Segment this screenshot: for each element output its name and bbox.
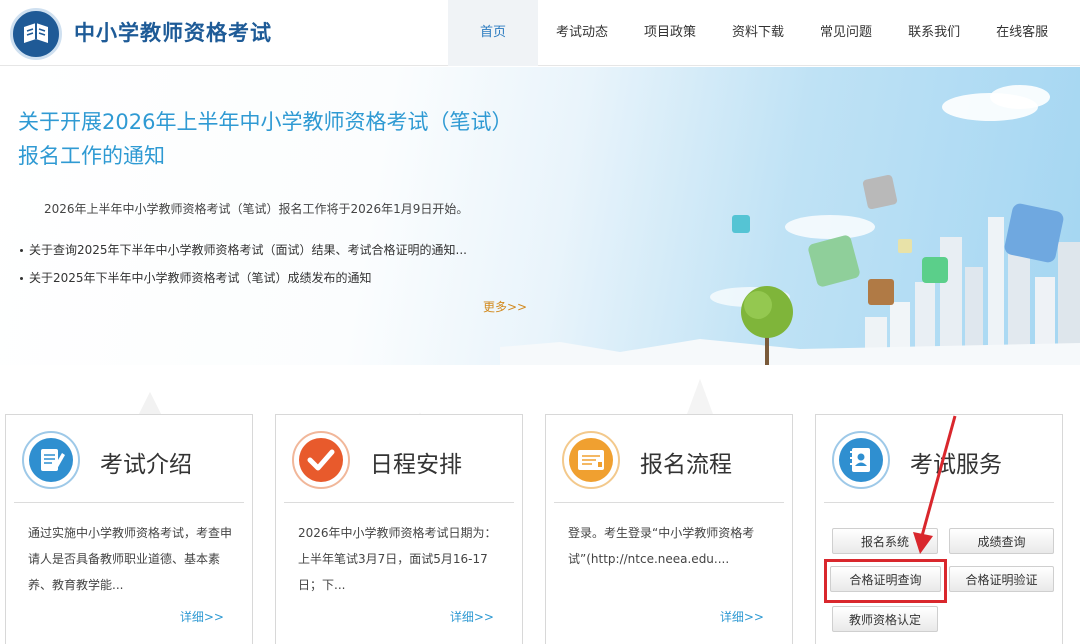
site-logo[interactable] <box>10 8 62 60</box>
page: 中小学教师资格考试 首页 考试动态 项目政策 资料下载 常见问题 联系我们 在线… <box>0 0 1080 644</box>
site-title[interactable]: 中小学教师资格考试 <box>74 17 272 47</box>
checkmark-icon <box>292 431 350 489</box>
card-schedule: 日程安排 2026年中小学教师资格考试日期为：上半年笔试3月7日，面试5月16-… <box>275 414 523 644</box>
card-detail-link[interactable]: 详细>> <box>450 608 494 625</box>
highlight-box <box>824 559 947 603</box>
card-header: 考试服务 <box>824 423 1054 503</box>
news-item[interactable]: 关于查询2025年下半年中小学教师资格考试（面试）结果、考试合格证明的通知... <box>20 241 467 269</box>
headline-summary: 2026年上半年中小学教师资格考试（笔试）报名工作将于2026年1月9日开始。 <box>44 202 469 216</box>
news-item[interactable]: 关于2025年下半年中小学教师资格考试（笔试）成绩发布的通知 <box>20 269 467 297</box>
nav-policy[interactable]: 项目政策 <box>626 0 714 66</box>
card-title: 考试服务 <box>910 452 1002 478</box>
book-emblem-icon <box>24 23 48 43</box>
card-header: 日程安排 <box>284 423 514 503</box>
news-item-label: 关于查询2025年下半年中小学教师资格考试（面试）结果、考试合格证明的通知... <box>29 243 467 257</box>
nav-contact[interactable]: 联系我们 <box>890 0 978 66</box>
site-header: 中小学教师资格考试 首页 考试动态 项目政策 资料下载 常见问题 联系我们 在线… <box>0 0 1080 66</box>
news-item-label: 关于2025年下半年中小学教师资格考试（笔试）成绩发布的通知 <box>29 271 372 285</box>
nav-faq[interactable]: 常见问题 <box>802 0 890 66</box>
card-description: 2026年中小学教师资格考试日期为：上半年笔试3月7日，面试5月16-17日；下… <box>298 526 497 592</box>
city-illustration <box>500 85 1080 365</box>
card-detail-link[interactable]: 详细>> <box>720 608 764 625</box>
document-pen-icon <box>22 431 80 489</box>
nav-exam-news[interactable]: 考试动态 <box>538 0 626 66</box>
card-description: 登录。考生登录“中小学教师资格考试”(http://ntce.neea.edu.… <box>568 526 755 566</box>
card-exam-intro: 考试介绍 通过实施中小学教师资格考试，考查申请人是否具备教师职业道德、基本素养、… <box>5 414 253 644</box>
nav-online-service[interactable]: 在线客服 <box>978 0 1066 66</box>
card-title: 日程安排 <box>370 452 462 478</box>
teacher-certification-button[interactable]: 教师资格认定 <box>832 606 938 632</box>
certificate-verify-button[interactable]: 合格证明验证 <box>949 566 1054 592</box>
bullet-icon <box>20 277 23 280</box>
bullet-icon <box>20 249 23 252</box>
card-header: 报名流程 <box>554 423 784 503</box>
headline-notice[interactable]: 关于开展2026年上半年中小学教师资格考试（笔试）报名工作的通知 <box>18 105 508 173</box>
news-list: 关于查询2025年下半年中小学教师资格考试（面试）结果、考试合格证明的通知...… <box>20 241 467 297</box>
card-title: 报名流程 <box>640 452 732 478</box>
hero-banner: 关于开展2026年上半年中小学教师资格考试（笔试）报名工作的通知 2026年上半… <box>0 67 1080 365</box>
card-header: 考试介绍 <box>14 423 244 503</box>
form-icon <box>562 431 620 489</box>
score-query-button[interactable]: 成绩查询 <box>949 528 1054 554</box>
card-detail-link[interactable]: 详细>> <box>180 608 224 625</box>
card-description: 通过实施中小学教师资格考试，考查申请人是否具备教师职业道德、基本素养、教育教学能… <box>28 526 233 592</box>
more-news-link[interactable]: 更多>> <box>483 298 527 315</box>
card-registration-process: 报名流程 登录。考生登录“中小学教师资格考试”(http://ntce.neea… <box>545 414 793 644</box>
nav-home[interactable]: 首页 <box>448 0 538 66</box>
card-title: 考试介绍 <box>100 452 192 478</box>
nav-downloads[interactable]: 资料下载 <box>714 0 802 66</box>
registration-system-button[interactable]: 报名系统 <box>832 528 938 554</box>
main-nav: 首页 考试动态 项目政策 资料下载 常见问题 联系我们 在线客服 <box>448 0 1066 66</box>
contacts-book-icon <box>832 431 890 489</box>
